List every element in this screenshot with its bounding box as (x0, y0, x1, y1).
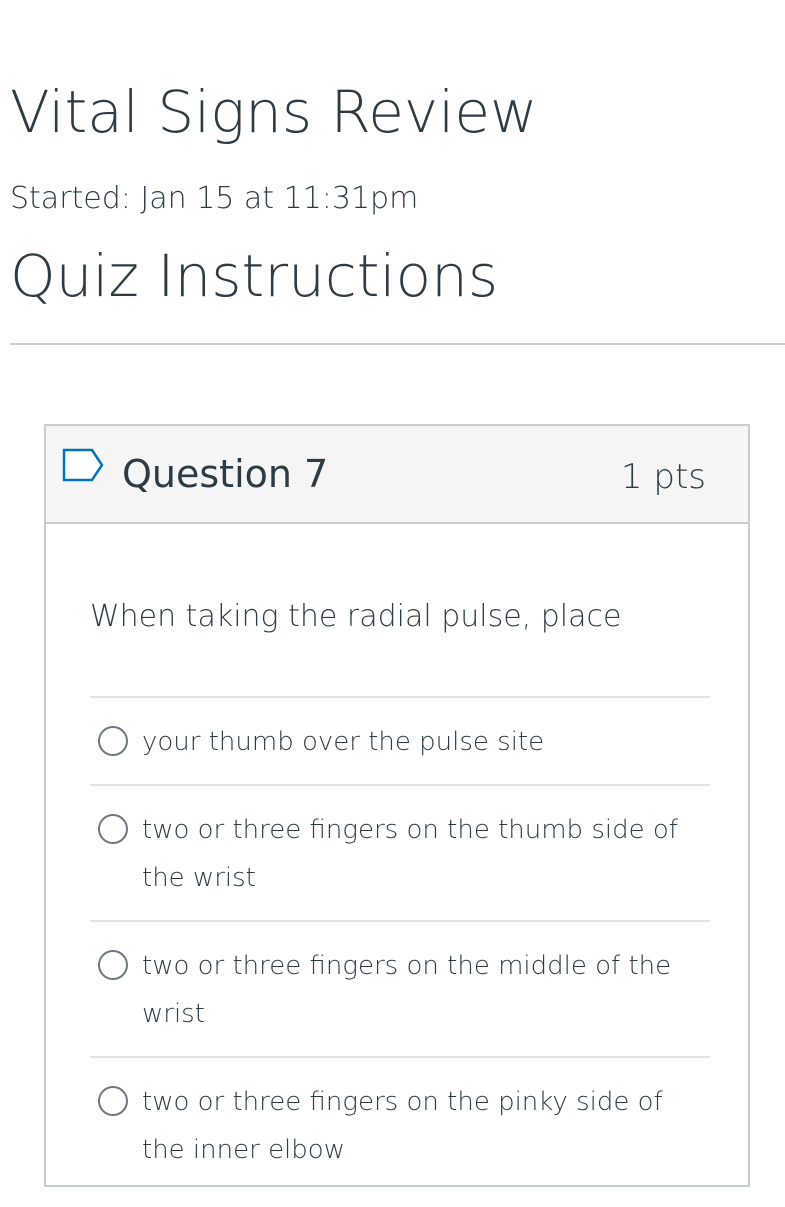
question-text: When taking the radial pulse, place (90, 599, 622, 634)
question-points: 1 pts (620, 457, 706, 497)
answer-option-2[interactable]: two or three fingers on the thumb side o… (90, 784, 710, 920)
question-header: Question 7 1 pts (46, 426, 748, 524)
radio-unchecked-icon[interactable] (98, 726, 128, 756)
answer-label: your thumb over the pulse site (142, 727, 545, 757)
radio-unchecked-icon[interactable] (98, 1086, 128, 1116)
answer-label: two or three fingers on the middle of th… (142, 951, 672, 1029)
question-number: Question 7 (122, 452, 329, 496)
answer-label: two or three fingers on the pinky side o… (142, 1087, 663, 1165)
quiz-started-time: Started: Jan 15 at 11:31pm (10, 181, 419, 216)
answer-list: your thumb over the pulse site two or th… (90, 696, 710, 1192)
radio-unchecked-icon[interactable] (98, 950, 128, 980)
quiz-instructions-heading: Quiz Instructions (10, 242, 499, 310)
answer-option-1[interactable]: your thumb over the pulse site (90, 696, 710, 784)
radio-unchecked-icon[interactable] (98, 814, 128, 844)
answer-label: two or three fingers on the thumb side o… (142, 815, 678, 893)
flag-question-icon[interactable] (62, 448, 106, 482)
section-divider (10, 343, 785, 345)
answer-option-4[interactable]: two or three fingers on the pinky side o… (90, 1056, 710, 1192)
answer-option-3[interactable]: two or three fingers on the middle of th… (90, 920, 710, 1056)
quiz-title: Vital Signs Review (10, 78, 538, 146)
question-card: Question 7 1 pts When taking the radial … (44, 424, 750, 1187)
